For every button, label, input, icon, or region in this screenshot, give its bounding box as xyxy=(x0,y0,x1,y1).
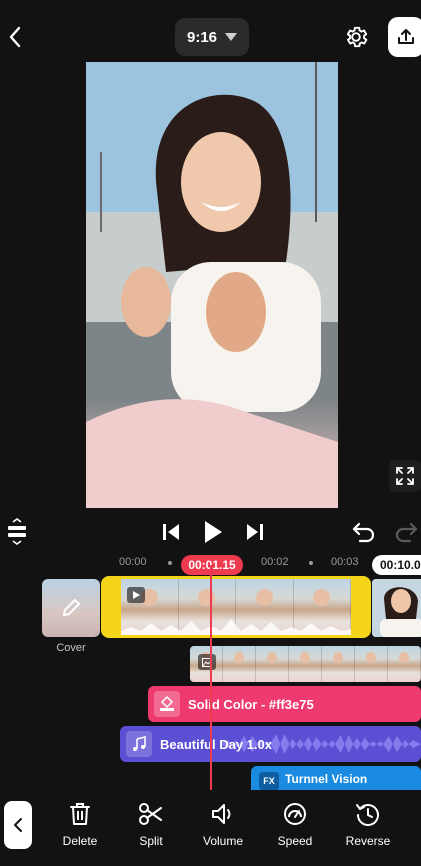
image-overlay-icon xyxy=(198,654,216,670)
fullscreen-button[interactable] xyxy=(389,460,421,492)
upload-icon xyxy=(398,29,414,44)
speed-label: Speed xyxy=(277,834,313,848)
reverse-tool-button[interactable]: Reverse xyxy=(338,800,398,850)
pencil-icon xyxy=(63,599,80,616)
toolbar-back-button[interactable] xyxy=(4,801,32,849)
cover-thumbnail[interactable] xyxy=(42,579,100,637)
aspect-ratio-button[interactable]: 9:16 xyxy=(175,18,249,56)
delete-tool-button[interactable]: Delete xyxy=(50,800,110,850)
export-button[interactable] xyxy=(388,17,421,57)
playhead[interactable] xyxy=(210,565,212,790)
cover-label: Cover xyxy=(56,642,86,654)
paint-bucket-icon xyxy=(154,691,180,717)
delete-label: Delete xyxy=(62,834,98,848)
caret-down-icon xyxy=(225,33,238,41)
skip-forward-icon xyxy=(247,524,263,540)
collapse-tracks-icon xyxy=(8,518,26,545)
trim-handle-left[interactable] xyxy=(109,596,113,618)
speed-tool-button[interactable]: Speed xyxy=(265,800,325,850)
expand-icon xyxy=(396,467,414,485)
solid-color-label: Solid Color - #ff3e75 xyxy=(188,696,314,712)
volume-tool-button[interactable]: Volume xyxy=(193,800,253,850)
split-tool-button[interactable]: Split xyxy=(121,800,181,850)
trim-handle-right[interactable] xyxy=(359,596,363,618)
split-label: Split xyxy=(139,834,163,848)
ruler-tick-0: 00:00 xyxy=(119,556,147,568)
trash-icon xyxy=(66,800,94,828)
ruler-tick-3: 00:03 xyxy=(331,556,359,568)
overlay-frame xyxy=(355,646,388,682)
overlay-video-clip[interactable] xyxy=(190,646,421,682)
chevron-left-icon xyxy=(14,818,22,832)
clip-audio-waveform xyxy=(121,619,351,635)
video-clip-icon xyxy=(127,587,145,603)
ruler-dot xyxy=(309,561,313,565)
speedometer-icon xyxy=(281,800,309,828)
reverse-label: Reverse xyxy=(345,834,391,848)
scissors-icon xyxy=(137,800,165,828)
overlay-frame xyxy=(223,646,256,682)
preview-image xyxy=(86,62,338,508)
aspect-ratio-label: 9:16 xyxy=(186,28,218,46)
reverse-clock-icon xyxy=(354,800,382,828)
back-button[interactable] xyxy=(0,20,30,54)
solid-color-track[interactable]: Solid Color - #ff3e75 xyxy=(148,686,421,722)
ruler-tick-2: 00:02 xyxy=(261,556,289,568)
play-icon xyxy=(205,521,222,543)
gear-icon xyxy=(346,26,368,48)
skip-to-end-button[interactable] xyxy=(242,519,268,545)
audio-label: Beautiful Day 1.0x xyxy=(160,736,272,752)
overlay-frame xyxy=(322,646,355,682)
music-note-icon xyxy=(126,731,152,757)
settings-button[interactable] xyxy=(341,22,371,52)
ruler-dot xyxy=(168,561,172,565)
effect-label: Turnnel Vision xyxy=(285,772,368,786)
next-video-clip[interactable] xyxy=(372,579,421,637)
overlay-frame xyxy=(388,646,421,682)
skip-to-start-button[interactable] xyxy=(158,519,184,545)
overlay-frame xyxy=(256,646,289,682)
video-preview[interactable] xyxy=(86,62,338,508)
volume-label: Volume xyxy=(202,834,244,848)
audio-track[interactable]: Beautiful Day 1.0x xyxy=(120,726,421,762)
end-time-badge: 00:10.0 xyxy=(372,555,421,575)
next-clip-thumbnail xyxy=(372,579,421,637)
overlay-frame xyxy=(289,646,322,682)
fx-icon: FX xyxy=(259,772,279,790)
redo-icon xyxy=(395,522,418,543)
skip-back-icon xyxy=(163,524,179,540)
current-time-badge: 00:01.15 xyxy=(181,555,243,575)
selected-video-clip[interactable] xyxy=(101,576,371,638)
speaker-icon xyxy=(209,800,237,828)
redo-button[interactable] xyxy=(392,518,420,546)
play-button[interactable] xyxy=(200,517,226,547)
undo-button[interactable] xyxy=(350,518,378,546)
undo-icon xyxy=(352,522,375,543)
timeline-adjust-button[interactable] xyxy=(4,517,30,547)
chevron-left-icon xyxy=(9,26,21,48)
